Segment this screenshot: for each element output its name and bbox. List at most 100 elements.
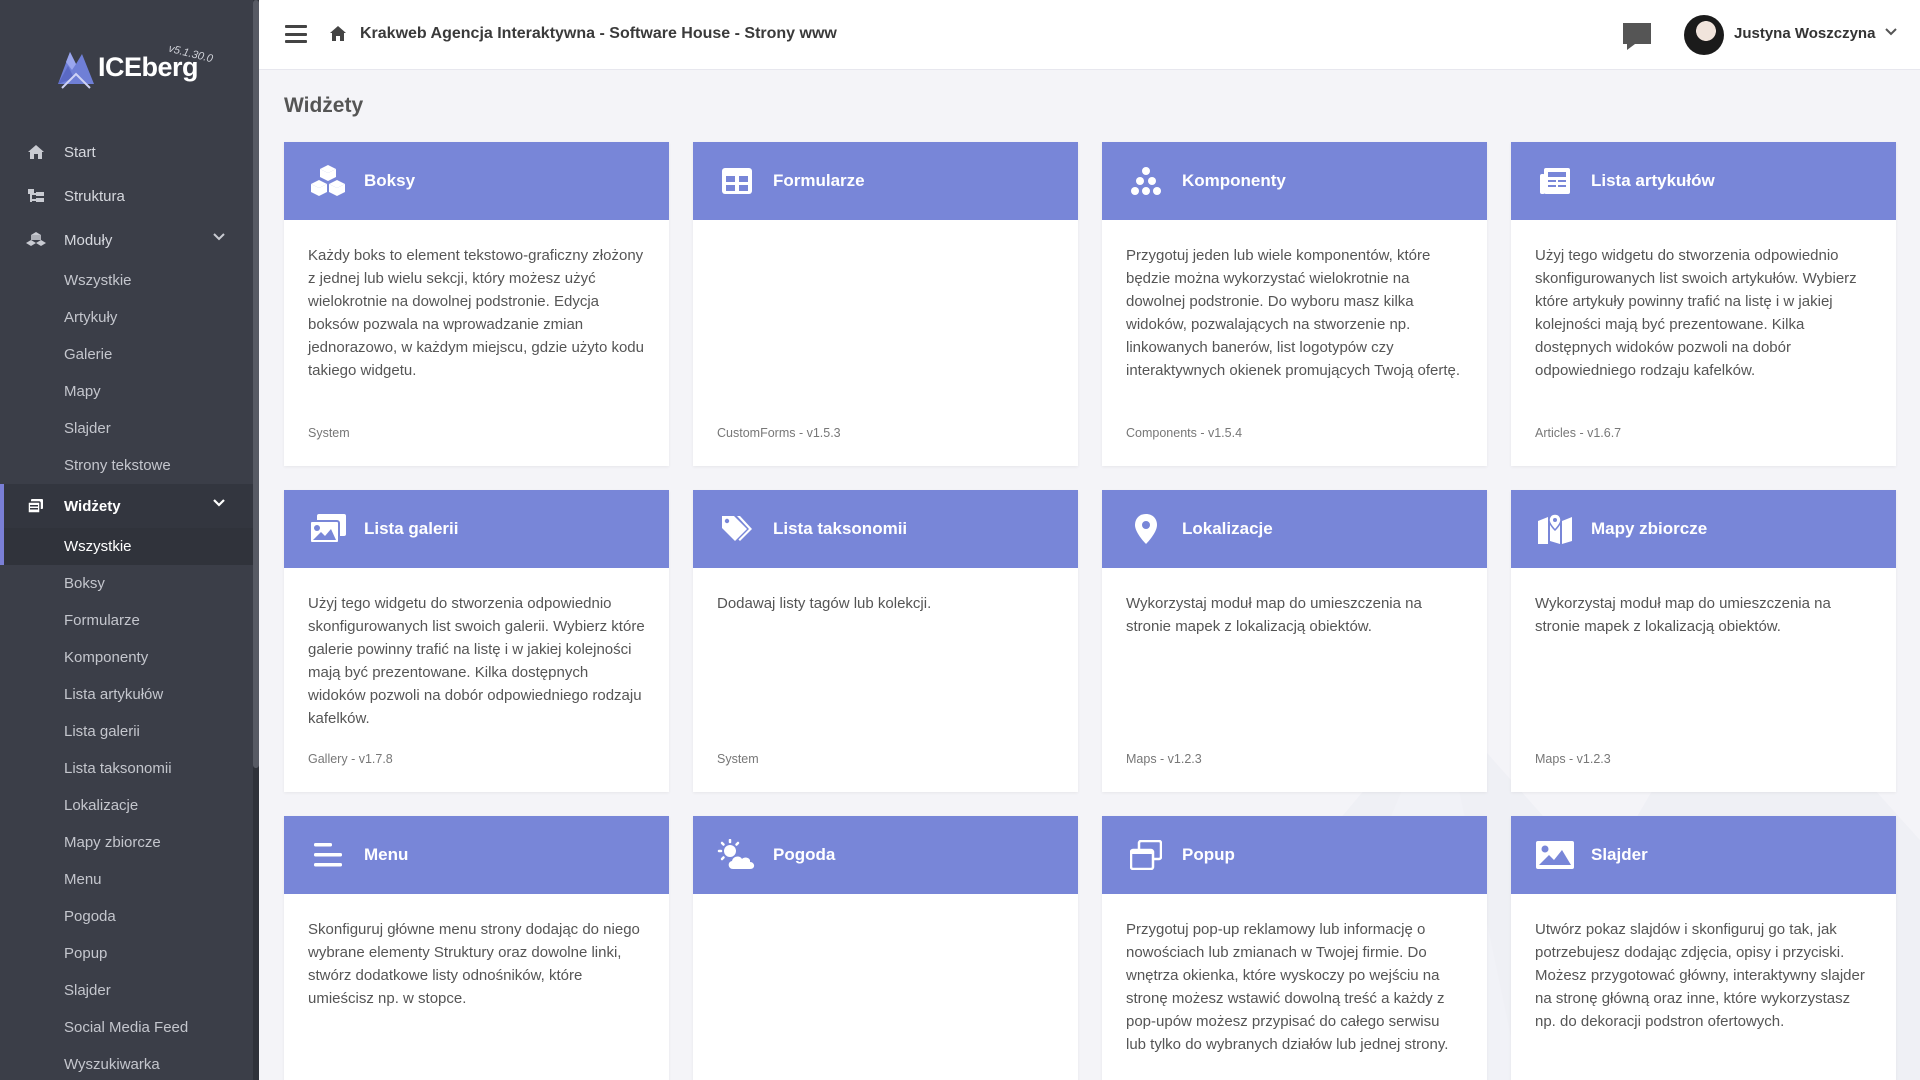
sidebar-subitem-mapy-zbiorcze[interactable]: Mapy zbiorcze <box>0 824 253 861</box>
card-description: Utwórz pokaz slajdów i skonfiguruj go ta… <box>1535 921 1865 1030</box>
card-title: Pogoda <box>773 845 836 864</box>
card-header: Lista artykułów <box>1511 142 1896 220</box>
chevron-down-icon <box>213 233 225 241</box>
home-icon[interactable] <box>329 25 347 42</box>
map-marker-icon <box>1126 509 1166 549</box>
hamburger-menu-icon[interactable] <box>285 25 307 43</box>
card-description: Skonfiguruj główne menu strony dodając d… <box>308 921 640 1007</box>
sidebar-subitem-strony-tekstowe[interactable]: Strony tekstowe <box>0 447 253 484</box>
image-icon <box>1535 835 1575 875</box>
window-restore-icon <box>1126 835 1166 875</box>
sidebar-item-moduly[interactable]: Moduły <box>0 218 253 262</box>
sidebar-subitem-pogoda[interactable]: Pogoda <box>0 898 253 935</box>
card-description: Wykorzystaj moduł map do umieszczenia na… <box>1126 595 1422 635</box>
card-header: Lista taksonomii <box>693 490 1078 568</box>
logo[interactable]: ICEberg v5.1.30.0 <box>56 40 236 100</box>
sidebar: ICEberg v5.1.30.0 Start Struktura Moduły… <box>0 0 259 1080</box>
sidebar-subitem-lista-galerii[interactable]: Lista galerii <box>0 713 253 750</box>
sidebar-item-widzety[interactable]: Widżety <box>0 484 253 528</box>
map-icon <box>1535 509 1575 549</box>
components-icon <box>1126 161 1166 201</box>
top-header: Krakweb Agencja Interaktywna - Software … <box>259 0 1920 70</box>
widget-card-boksy[interactable]: Boksy Każdy boks to element tekstowo-gra… <box>284 142 669 466</box>
widgets-icon <box>26 496 46 516</box>
images-icon <box>308 509 348 549</box>
card-header: Pogoda <box>693 816 1078 894</box>
widget-card-formularze[interactable]: Formularze CustomForms - v1.5.3 <box>693 142 1078 466</box>
sidebar-subitem-modules-all[interactable]: Wszystkie <box>0 262 253 299</box>
tags-icon <box>717 509 757 549</box>
main-content: Widżety Boksy Każdy boks to element teks… <box>259 70 1920 1080</box>
menu-lines-icon <box>308 835 348 875</box>
card-description: Użyj tego widgetu do stworzenia odpowied… <box>308 595 645 727</box>
card-description: Dodawaj listy tagów lub kolekcji. <box>717 595 932 612</box>
sidebar-item-label: Start <box>64 143 96 161</box>
widget-card-lokalizacje[interactable]: Lokalizacje Wykorzystaj moduł map do umi… <box>1102 490 1487 792</box>
card-title: Lista taksonomii <box>773 519 908 538</box>
sidebar-subitem-popup[interactable]: Popup <box>0 935 253 972</box>
sidebar-subitem-boksy[interactable]: Boksy <box>0 565 253 602</box>
user-name[interactable]: Justyna Woszczyna <box>1734 25 1875 42</box>
card-description: Przygotuj jeden lub wiele komponentów, k… <box>1126 247 1461 379</box>
card-title: Formularze <box>773 171 865 190</box>
card-header: Slajder <box>1511 816 1896 894</box>
sidebar-subitem-slajder[interactable]: Slajder <box>0 410 253 447</box>
card-meta: Maps - v1.2.3 <box>1535 752 1611 766</box>
card-description <box>693 220 1078 244</box>
chat-icon[interactable] <box>1621 20 1653 52</box>
sidebar-item-label: Widżety <box>64 497 121 515</box>
sidebar-item-start[interactable]: Start <box>0 130 253 174</box>
card-meta: Maps - v1.2.3 <box>1126 752 1202 766</box>
card-meta: Articles - v1.6.7 <box>1535 426 1622 440</box>
sidebar-subitem-menu[interactable]: Menu <box>0 861 253 898</box>
sidebar-subitem-lista-artykulow[interactable]: Lista artykułów <box>0 676 253 713</box>
widget-card-slajder[interactable]: Slajder Utwórz pokaz slajdów i skonfigur… <box>1511 816 1896 1080</box>
widget-card-lista-taksonomii[interactable]: Lista taksonomii Dodawaj listy tagów lub… <box>693 490 1078 792</box>
sidebar-subitem-widgets-all[interactable]: Wszystkie <box>0 528 253 565</box>
card-title: Popup <box>1182 845 1235 864</box>
sidebar-subitem-social-media-feed[interactable]: Social Media Feed <box>0 1009 253 1046</box>
card-meta: Gallery - v1.7.8 <box>308 752 393 766</box>
sidebar-subitem-slajder-widget[interactable]: Slajder <box>0 972 253 1009</box>
sidebar-subitem-wyszukiwarka[interactable]: Wyszukiwarka <box>0 1046 253 1080</box>
widget-card-lista-galerii[interactable]: Lista galerii Użyj tego widgetu do stwor… <box>284 490 669 792</box>
card-title: Slajder <box>1591 845 1648 864</box>
widget-card-lista-artykulow[interactable]: Lista artykułów Użyj tego widgetu do stw… <box>1511 142 1896 466</box>
widget-card-mapy-zbiorcze[interactable]: Mapy zbiorcze Wykorzystaj moduł map do u… <box>1511 490 1896 792</box>
card-header: Komponenty <box>1102 142 1487 220</box>
card-title: Mapy zbiorcze <box>1591 519 1708 538</box>
sidebar-subitem-formularze[interactable]: Formularze <box>0 602 253 639</box>
widget-card-komponenty[interactable]: Komponenty Przygotuj jeden lub wiele kom… <box>1102 142 1487 466</box>
card-title: Lista galerii <box>364 519 459 538</box>
iceberg-logo-icon <box>58 52 94 89</box>
card-header: Formularze <box>693 142 1078 220</box>
sidebar-subitem-komponenty[interactable]: Komponenty <box>0 639 253 676</box>
cubes-icon <box>308 161 348 201</box>
page-title: Widżety <box>284 94 364 117</box>
modules-icon <box>26 230 46 250</box>
sidebar-item-struktura[interactable]: Struktura <box>0 174 253 218</box>
chevron-down-icon <box>213 499 225 507</box>
widget-card-pogoda[interactable]: Pogoda <box>693 816 1078 1080</box>
card-description: Użyj tego widgetu do stworzenia odpowied… <box>1535 247 1857 379</box>
sidebar-subitem-lista-taksonomii[interactable]: Lista taksonomii <box>0 750 253 787</box>
sidebar-subitem-mapy[interactable]: Mapy <box>0 373 253 410</box>
card-meta: System <box>308 426 350 440</box>
card-description: Przygotuj pop-up reklamowy lub informacj… <box>1126 921 1449 1053</box>
card-description: Każdy boks to element tekstowo-graficzny… <box>308 247 644 379</box>
sidebar-subitem-artykuly[interactable]: Artykuły <box>0 299 253 336</box>
sidebar-item-label: Moduły <box>64 231 113 249</box>
home-icon <box>26 142 46 162</box>
sidebar-subitem-lokalizacje[interactable]: Lokalizacje <box>0 787 253 824</box>
card-header: Menu <box>284 816 669 894</box>
widget-card-popup[interactable]: Popup Przygotuj pop-up reklamowy lub inf… <box>1102 816 1487 1080</box>
avatar[interactable] <box>1684 15 1724 55</box>
card-title: Lokalizacje <box>1182 519 1273 538</box>
site-title[interactable]: Krakweb Agencja Interaktywna - Software … <box>360 25 837 43</box>
sidebar-subitem-galerie[interactable]: Galerie <box>0 336 253 373</box>
chevron-down-icon[interactable] <box>1885 28 1897 36</box>
widget-card-menu[interactable]: Menu Skonfiguruj główne menu strony doda… <box>284 816 669 1080</box>
card-header: Mapy zbiorcze <box>1511 490 1896 568</box>
newspaper-icon <box>1535 161 1575 201</box>
card-meta: CustomForms - v1.5.3 <box>717 426 841 440</box>
